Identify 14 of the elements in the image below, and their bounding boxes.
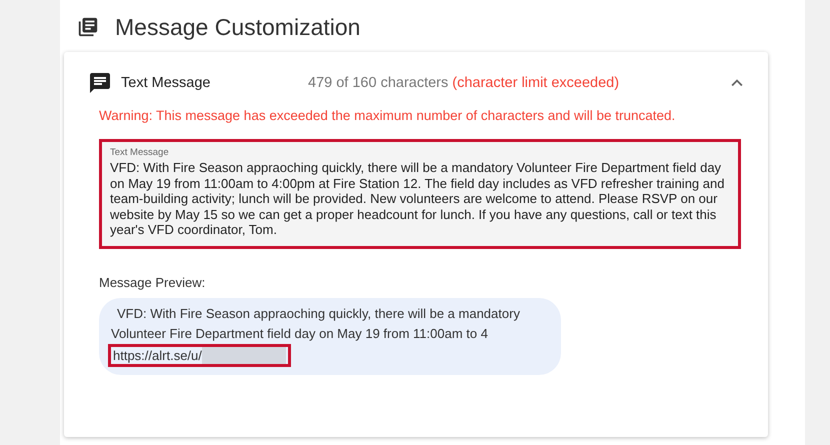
library-icon xyxy=(77,16,99,38)
warning-text: Warning: This message has exceeded the maximum number of characters and will be truncated. xyxy=(99,108,676,123)
panel-title: Text Message xyxy=(121,75,212,91)
section-title: Message Customization xyxy=(115,14,360,40)
limit-error: (character limit exceeded) xyxy=(452,75,620,91)
preview-label: Message Preview: xyxy=(99,274,206,290)
preview-link[interactable]: https://alrt.se/u/ xyxy=(113,346,202,364)
message-icon xyxy=(88,71,112,95)
field-label: Text Message xyxy=(110,147,170,158)
field-value: VFD: With Fire Season appraoching quickly, there will be a mandatory Volunteer Fire Department field day on May 19 from 11:00am to 4:00pm at Fire Station 12. The field day includes as VFD refresher training and team-building activity; lunch will be provided. New volunteers are welcome to attend. Please RSVP on our website by May 15 so we can get a proper headcount for lunch. If you have any questions, call or text this year's VFD coordinator, Tom. xyxy=(110,160,726,238)
preview-line: Volunteer Fire Department field day on May 19 from 11:00am to 4 xyxy=(111,324,489,343)
preview-line: VFD: With Fire Season appraoching quickly, there will be a mandatory xyxy=(116,304,521,323)
message-field[interactable] xyxy=(99,139,741,248)
character-count: 479 of 160 characters xyxy=(308,75,448,91)
